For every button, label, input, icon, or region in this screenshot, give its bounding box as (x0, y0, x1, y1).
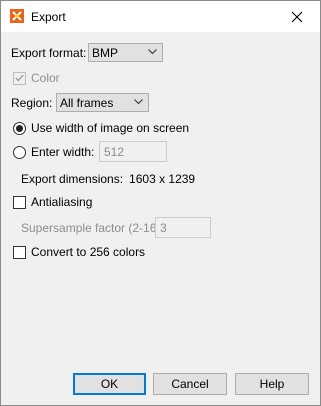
export-format-label: Export format: (11, 46, 87, 60)
color-checkbox-row: Color (13, 71, 60, 85)
color-checkbox[interactable] (13, 71, 26, 85)
help-button[interactable]: Help (235, 373, 309, 395)
color-label: Color (31, 71, 60, 85)
close-button[interactable] (274, 1, 320, 32)
export-dimensions: Export dimensions: 1603 x 1239 (21, 172, 195, 186)
convert-256-checkbox[interactable] (13, 245, 26, 259)
enter-width-radio[interactable] (13, 145, 26, 159)
chevron-down-icon (134, 99, 143, 105)
supersample-input[interactable]: 3 (155, 217, 211, 238)
convert-256-label: Convert to 256 colors (31, 245, 146, 259)
export-dimensions-value: 1603 x 1239 (129, 172, 196, 186)
use-screen-width-radio-row[interactable]: Use width of image on screen (13, 121, 189, 135)
app-icon (10, 9, 24, 23)
region-value: All frames (60, 95, 114, 110)
export-dimensions-label: Export dimensions: (21, 172, 124, 186)
use-screen-width-radio[interactable] (13, 121, 26, 135)
checkmark-icon (15, 74, 24, 82)
convert-256-checkbox-row[interactable]: Convert to 256 colors (13, 245, 145, 259)
export-format-value: BMP (92, 45, 119, 60)
antialiasing-checkbox-row[interactable]: Antialiasing (13, 195, 92, 209)
enter-width-radio-row[interactable]: Enter width: (13, 145, 94, 159)
antialiasing-checkbox[interactable] (13, 195, 26, 209)
use-screen-width-label: Use width of image on screen (31, 121, 190, 135)
antialiasing-label: Antialiasing (31, 195, 93, 209)
cancel-button[interactable]: Cancel (153, 373, 227, 395)
chevron-down-icon (148, 49, 157, 55)
enter-width-label: Enter width: (31, 145, 95, 159)
export-format-select[interactable]: BMP (88, 43, 163, 62)
title-bar: Export (1, 1, 320, 32)
region-select[interactable]: All frames (56, 93, 149, 112)
window-title: Export (31, 10, 66, 24)
supersample-label: Supersample factor (2-16): (21, 221, 164, 235)
close-icon (291, 11, 303, 22)
radio-selected-dot (16, 124, 23, 132)
export-dialog: Export Export format: BMP Color Region: … (0, 0, 321, 406)
region-label: Region: (11, 96, 53, 110)
width-input[interactable]: 512 (99, 141, 167, 162)
ok-button[interactable]: OK (73, 373, 146, 395)
